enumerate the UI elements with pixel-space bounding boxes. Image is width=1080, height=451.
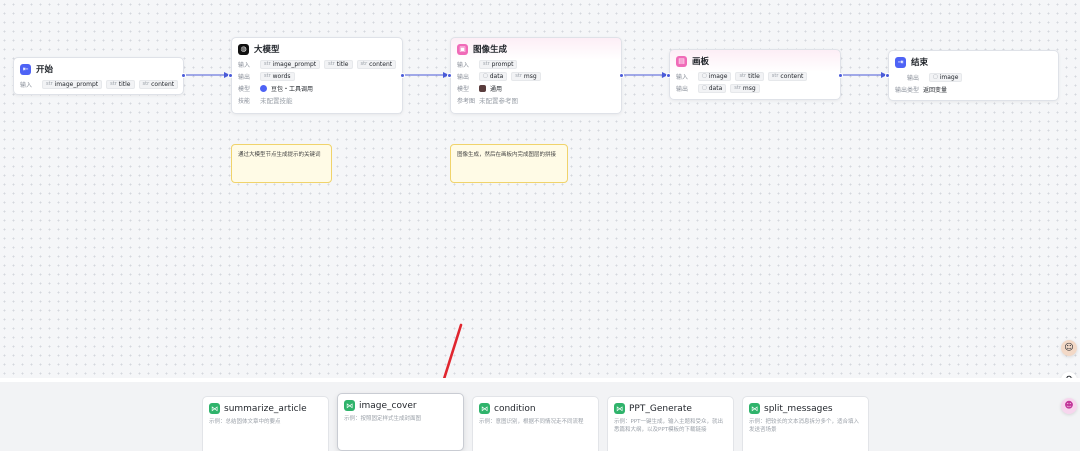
avatar[interactable]: ☺ [1061, 340, 1077, 356]
template-card-desc: 示例：PPT一键生成，输入主题和受众，就出悉篇和大纲，以及PPT模板的下载链接 [614, 419, 723, 433]
template-card[interactable]: ⋈ PPT_Generate 示例：PPT一键生成，输入主题和受众，就出悉篇和大… [607, 396, 734, 451]
chat-bot-icon[interactable]: ☻ [1061, 398, 1077, 414]
template-card[interactable]: ⋈ summarize_article 示例：总结固体文章中的要点 [202, 396, 329, 451]
template-card-title: image_cover [359, 400, 417, 411]
template-card-desc: 示例：按照固定样式生成封面图 [344, 416, 422, 422]
template-card[interactable]: ⋈ condition 示例：意图识别，根据不同情况走不同流程 [472, 396, 599, 451]
template-card-title: condition [494, 403, 536, 414]
template-card-desc: 示例：意图识别，根据不同情况走不同流程 [479, 419, 584, 425]
workflow-share-icon: ⋈ [479, 403, 490, 414]
template-card-title: PPT_Generate [629, 403, 692, 414]
template-card-title: summarize_article [224, 403, 307, 414]
template-card-title: split_messages [764, 403, 833, 414]
template-card-desc: 示例：总结固体文章中的要点 [209, 419, 281, 425]
workflow-share-icon: ⋈ [614, 403, 625, 414]
template-panel: ⋈ summarize_article 示例：总结固体文章中的要点 ⋈ imag… [0, 378, 1080, 451]
workflow-share-icon: ⋈ [209, 403, 220, 414]
workflow-share-icon: ⋈ [749, 403, 760, 414]
template-card-desc: 示例：把较长的文本消息拆分多个，适合填入发送咨场景 [749, 419, 860, 433]
template-card[interactable]: ⋈ image_cover 示例：按照固定样式生成封面图 [337, 393, 464, 451]
workflow-canvas[interactable]: ⇤ 开始 输入 str image_prompt str title str cont… [0, 0, 1080, 409]
template-card[interactable]: ⋈ split_messages 示例：把较长的文本消息拆分多个，适合填入发送咨… [742, 396, 869, 451]
workflow-share-icon: ⋈ [344, 400, 355, 411]
